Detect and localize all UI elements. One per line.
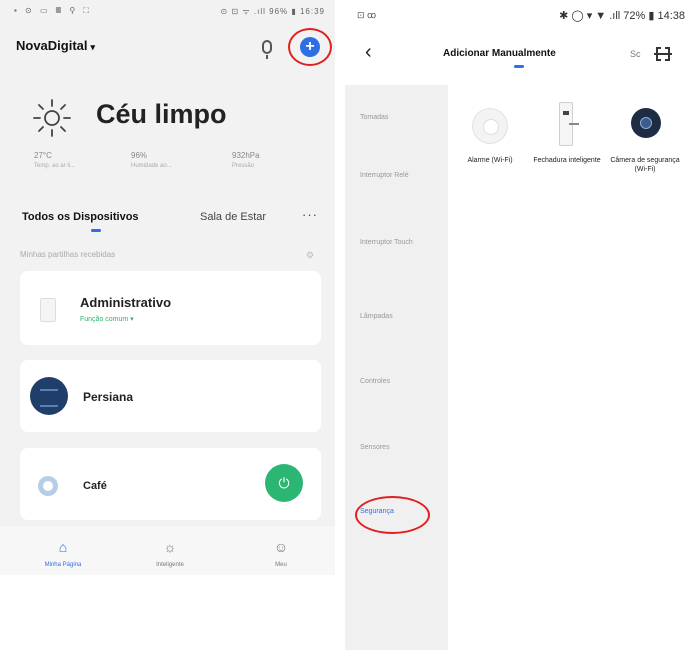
blinds-device-icon	[30, 377, 68, 415]
highlight-ring-seguranca	[355, 496, 430, 534]
title-tab-indicator	[514, 65, 524, 68]
device-card-administrativo[interactable]: Administrativo Função comum ▾	[20, 271, 321, 345]
security-camera-icon	[631, 108, 661, 138]
device-label: Fechadura inteligente	[533, 157, 601, 164]
shared-section-label: Minhas partilhas recebidas	[20, 250, 116, 259]
switch-device-icon	[40, 298, 56, 322]
device-name: Administrativo	[80, 295, 172, 310]
device-card-cafe[interactable]: Café ⏻	[20, 448, 321, 520]
home-selector[interactable]: NovaDigital ▾	[16, 38, 95, 53]
device-name: Café	[83, 480, 107, 492]
device-card-persiana[interactable]: Persiana	[20, 360, 321, 432]
highlight-ring-add-button	[288, 28, 332, 66]
profile-icon: ☺	[273, 539, 289, 555]
status-notification-icons: ▪ ⊙ ▭ 𝄜 ⚲ ⛶	[14, 6, 93, 15]
weather-stat-humidity: 96% Humidade ao...	[131, 150, 172, 172]
sidebar-item-interruptor-touch[interactable]: Interruptor Touch	[360, 238, 420, 248]
weather-stat-temperature: 27°C Temp. ao ar li...	[34, 150, 75, 172]
sidebar-item-interruptor-rele[interactable]: Interruptor Relé	[360, 171, 420, 181]
nav-item-home[interactable]: ⌂ Minha Página	[23, 538, 103, 568]
status-bar: ▪ ⊙ ▭ 𝄜 ⚲ ⛶ ⊙ ⊡ ᯤ .ıll 96% ▮ 16:39	[0, 0, 335, 22]
device-label: Câmera de segurança (Wi-Fi)	[610, 157, 680, 173]
weather-stat-label: Humidade ao...	[131, 163, 172, 169]
weather-stat-value: 932hPa	[232, 151, 260, 160]
alarm-device-icon	[472, 108, 508, 144]
nav-label: Inteligente	[156, 562, 184, 568]
chevron-left-icon: ‹	[365, 41, 372, 63]
more-tabs-button[interactable]: ···	[302, 207, 318, 222]
weather-condition: Céu limpo	[96, 99, 227, 129]
status-bar: ⊡ ꝏ ✱ ◯ ▾ ▼ .ıll 72% ▮ 14:38	[345, 0, 695, 24]
sidebar-item-controles[interactable]: Controles	[360, 377, 445, 387]
weather-stat-pressure: 932hPa Pressão	[232, 150, 260, 172]
smart-sun-icon: ☼	[163, 539, 177, 555]
sun-icon	[33, 99, 71, 137]
nav-item-me[interactable]: ☺ Meu	[241, 538, 321, 568]
weather-stat-value: 96%	[131, 151, 148, 160]
nav-label: Minha Página	[44, 562, 82, 568]
add-manually-screen: ⊡ ꝏ ✱ ◯ ▾ ▼ .ıll 72% ▮ 14:38 ‹ Adicionar…	[345, 0, 695, 650]
bottom-navigation: ⌂ Minha Página ☼ Inteligente ☺ Meu	[0, 526, 335, 575]
microphone-icon[interactable]	[262, 40, 272, 59]
scan-icon[interactable]	[654, 45, 672, 63]
back-button[interactable]: ‹	[365, 42, 372, 62]
page-title: Adicionar Manualmente	[443, 48, 556, 59]
sidebar-item-tomadas[interactable]: Tomadas	[360, 113, 445, 123]
device-name: Persiana	[83, 390, 134, 404]
power-toggle-button[interactable]: ⏻	[265, 464, 303, 502]
tab-living-room[interactable]: Sala de Estar	[200, 211, 266, 223]
status-notification-icons: ⊡ ꝏ	[357, 10, 377, 20]
smart-lock-icon	[559, 102, 579, 146]
power-icon: ⏻	[278, 475, 290, 491]
plug-device-icon	[38, 476, 58, 496]
active-tab-indicator	[91, 229, 101, 232]
tab-all-devices[interactable]: Todos os Dispositivos	[22, 211, 139, 223]
device-function-dropdown[interactable]: Função comum ▾	[80, 315, 134, 323]
sidebar-item-lampadas[interactable]: Lâmpadas	[360, 312, 445, 322]
sidebar-item-sensores[interactable]: Sensores	[360, 443, 445, 453]
settings-dot-icon[interactable]: ⚙	[306, 250, 314, 261]
nav-item-smart[interactable]: ☼ Inteligente	[130, 538, 210, 568]
status-system-info: ✱ ◯ ▾ ▼ .ıll 72% ▮ 14:38	[559, 10, 685, 22]
home-icon: ⌂	[58, 539, 68, 555]
category-sidebar: Tomadas Interruptor Relé Interruptor Tou…	[345, 85, 448, 650]
status-system-info: ⊙ ⊡ ᯤ .ıll 96% ▮ 16:39	[220, 7, 325, 16]
device-label: Alarme (Wi-Fi)	[467, 157, 513, 164]
home-screen: ▪ ⊙ ▭ 𝄜 ⚲ ⛶ ⊙ ⊡ ᯤ .ıll 96% ▮ 16:39 NovaD…	[0, 0, 335, 575]
weather-stat-label: Temp. ao ar li...	[34, 163, 76, 169]
chevron-down-icon: ▾	[90, 42, 96, 52]
weather-stat-label: Pressão	[232, 163, 255, 169]
nav-label: Meu	[275, 562, 287, 568]
scan-label[interactable]: Sc	[630, 49, 641, 59]
home-name: NovaDigital	[16, 38, 88, 53]
weather-stat-value: 27°C	[34, 151, 52, 160]
